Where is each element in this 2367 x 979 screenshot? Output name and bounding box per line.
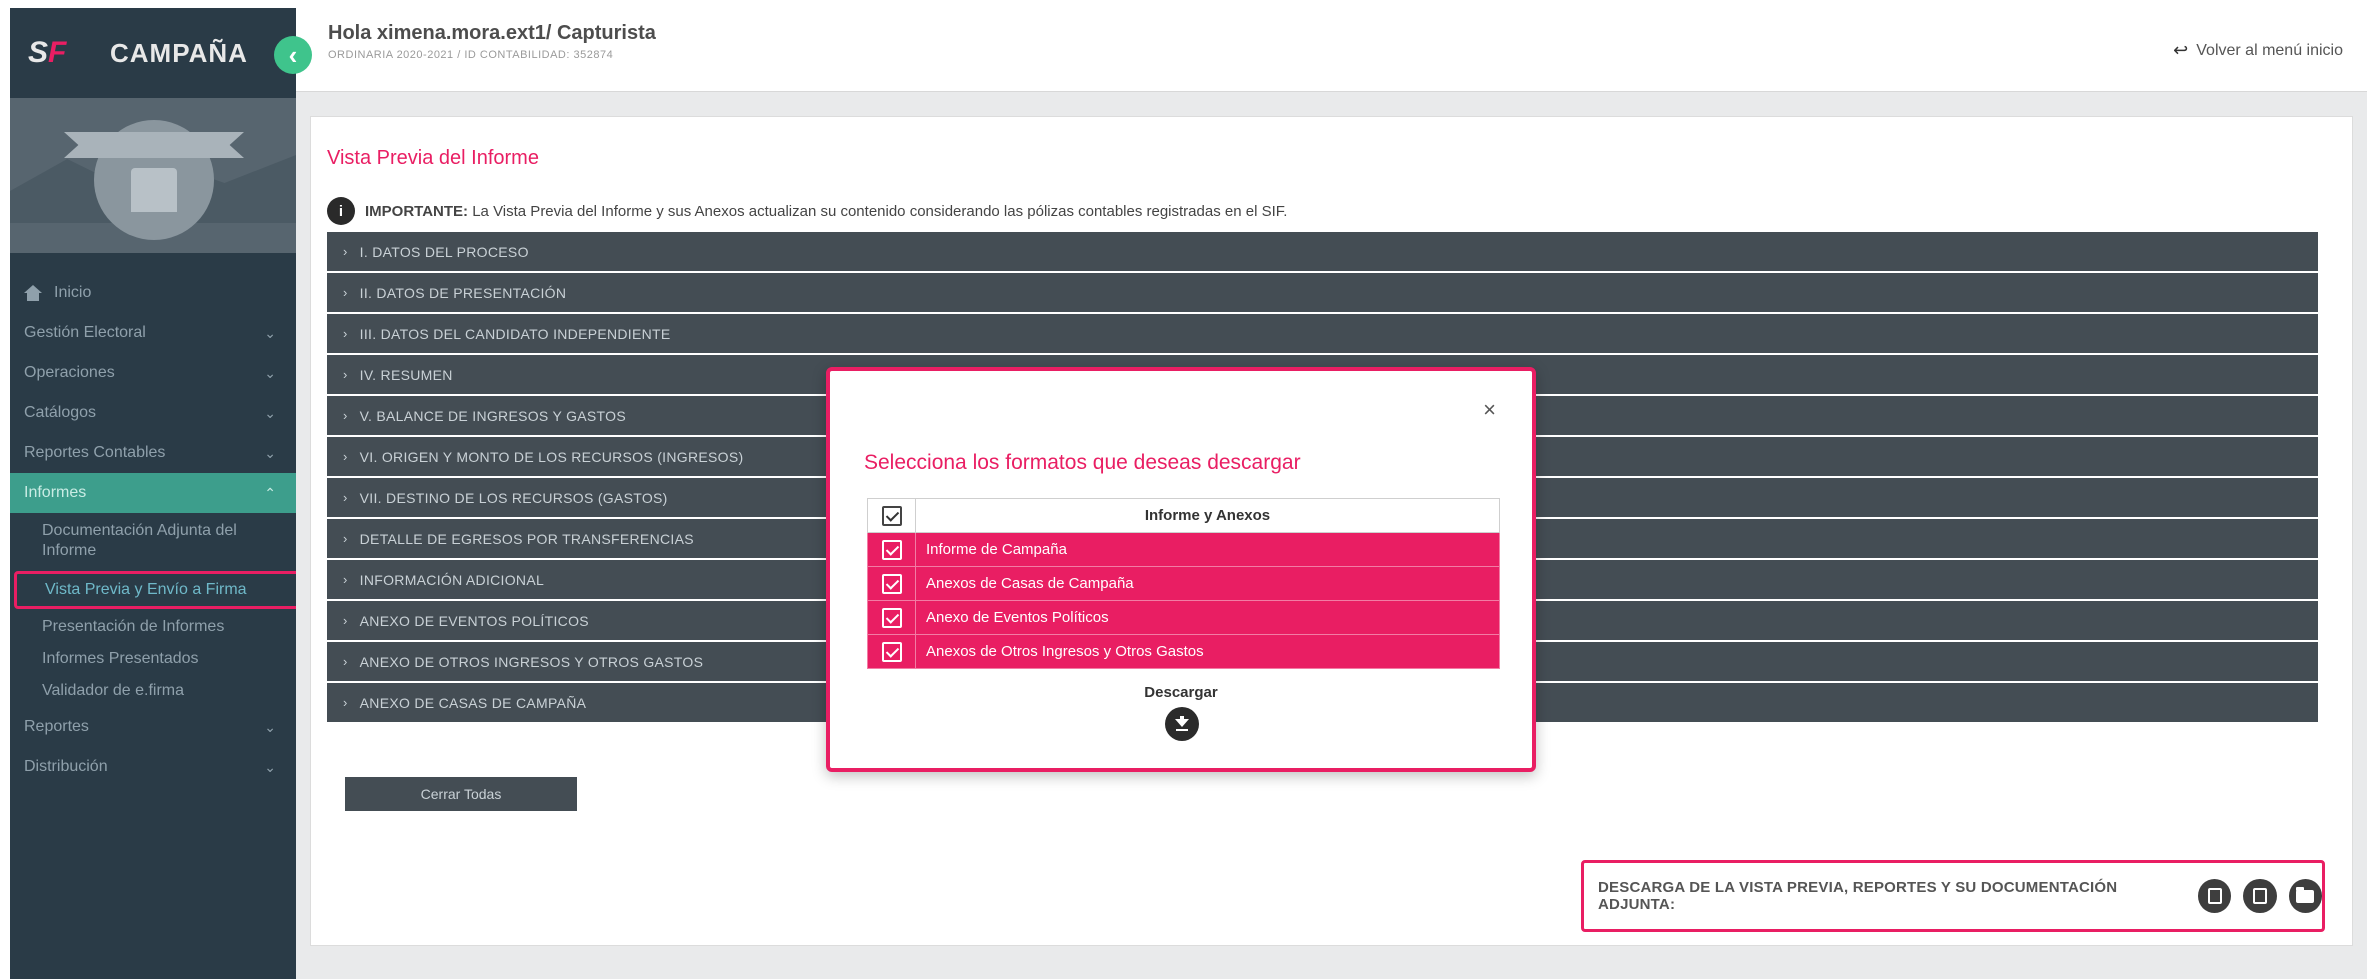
home-icon [24,285,42,301]
collapse-sidebar-button[interactable]: ‹ [274,36,312,74]
close-all-button[interactable]: Cerrar Todas [345,777,577,811]
chevron-right-icon: › [343,695,348,710]
chart-report-icon[interactable] [2198,879,2232,913]
close-icon[interactable]: × [1483,397,1496,423]
chevron-right-icon: › [343,572,348,587]
row-checkbox[interactable] [881,573,902,594]
sidebar-subitem-validador-efirma[interactable]: Validador de e.firma [10,675,296,707]
sidebar-subitem-presentacion[interactable]: Presentación de Informes [10,611,296,643]
download-attachments-label: DESCARGA DE LA VISTA PREVIA, REPORTES Y … [1598,879,2118,913]
sidebar-item-catalogos[interactable]: Catálogos ⌄ [10,393,296,433]
sidebar-item-label: Reportes Contables [24,444,166,461]
row-label: Informe de Campaña [915,532,1500,567]
sidebar: SF CAMPAÑA ‹ Inicio Gestión Electoral ⌄ … [10,8,312,979]
row-label: Anexos de Casas de Campaña [915,566,1500,601]
chevron-right-icon: › [343,490,348,505]
download-icon [1175,719,1189,727]
sif-logo: SF [28,36,67,69]
sidebar-nav: Inicio Gestión Electoral ⌄ Operaciones ⌄… [10,253,300,787]
sidebar-item-informes[interactable]: Informes ⌃ [10,473,296,513]
chevron-down-icon: ⌄ [264,364,276,381]
chevron-right-icon: › [343,613,348,628]
download-button[interactable] [1165,707,1199,741]
sidebar-item-label: Informes [24,484,87,501]
sidebar-item-inicio[interactable]: Inicio [10,273,296,313]
download-label: Descargar [1144,684,1218,701]
sidebar-subitem-informes-presentados[interactable]: Informes Presentados [10,643,296,675]
sidebar-item-label: Inicio [54,284,92,301]
chevron-down-icon: ⌄ [264,718,276,735]
info-icon: i [327,197,355,225]
accordion-section[interactable]: › III. DATOS DEL CANDIDATO INDEPENDIENTE [327,314,2318,353]
sidebar-subitem-vista-previa[interactable]: Vista Previa y Envío a Firma [14,571,300,609]
chevron-right-icon: › [343,285,348,300]
table-row: Informe de Campaña [867,532,1500,567]
back-link-label: Volver al menú inicio [2196,41,2343,59]
chevron-up-icon: ⌃ [264,484,276,501]
sidebar-subitem-documentacion-adjunta[interactable]: Documentación Adjunta del Informe [10,513,296,569]
row-label: Anexo de Eventos Políticos [915,600,1500,635]
accounting-id: ORDINARIA 2020-2021 / ID CONTABILIDAD: 3… [328,49,614,61]
sidebar-item-label: Gestión Electoral [24,324,146,341]
chevron-right-icon: › [343,531,348,546]
brand-title: CAMPAÑA [110,37,248,68]
sidebar-item-reportes[interactable]: Reportes ⌄ [10,707,296,747]
accordion-section[interactable]: › II. DATOS DE PRESENTACIÓN [327,273,2318,312]
chevron-right-icon: › [343,408,348,423]
chevron-right-icon: › [343,244,348,259]
chevron-right-icon: › [343,326,348,341]
folder-icon[interactable] [2288,879,2323,913]
chevron-down-icon: ⌄ [264,404,276,421]
table-header-row: Informe y Anexos [867,498,1500,533]
row-label: Anexos de Otros Ingresos y Otros Gastos [915,634,1500,669]
chevron-down-icon: ⌄ [264,758,276,775]
page-title: Vista Previa del Informe [327,147,539,169]
document-icon[interactable] [2243,879,2277,913]
sidebar-item-reportes-contables[interactable]: Reportes Contables ⌄ [10,433,296,473]
download-formats-modal: × Selecciona los formatos que deseas des… [826,367,1536,772]
sidebar-item-label: Distribución [24,758,108,775]
chevron-right-icon: › [343,367,348,382]
sidebar-item-label: Operaciones [24,364,115,381]
download-attachments-bar: DESCARGA DE LA VISTA PREVIA, REPORTES Y … [1581,860,2325,932]
sidebar-item-operaciones[interactable]: Operaciones ⌄ [10,353,296,393]
table-row: Anexos de Otros Ingresos y Otros Gastos [867,634,1500,669]
logo-bar: SF CAMPAÑA ‹ [10,8,312,98]
back-to-menu-link[interactable]: ↩ Volver al menú inicio [2173,40,2343,61]
table-header: Informe y Anexos [915,498,1500,533]
accordion-section[interactable]: › I. DATOS DEL PROCESO [327,232,2318,271]
row-checkbox[interactable] [881,607,902,628]
table-row: Anexos de Casas de Campaña [867,566,1500,601]
chevron-down-icon: ⌄ [264,324,276,341]
top-bar: Hola ximena.mora.ext1/ Capturista ORDINA… [296,0,2367,92]
sidebar-item-gestion-electoral[interactable]: Gestión Electoral ⌄ [10,313,296,353]
notice-bold: IMPORTANTE: [365,202,469,220]
row-checkbox[interactable] [881,539,902,560]
chevron-down-icon: ⌄ [264,444,276,461]
select-all-checkbox[interactable] [881,505,902,526]
profile-banner [10,98,296,253]
sidebar-item-distribucion[interactable]: Distribución ⌄ [10,747,296,787]
sidebar-item-label: Catálogos [24,404,97,421]
sidebar-item-label: Reportes [24,718,89,735]
podium-icon [131,168,177,212]
ribbon-icon [64,132,244,158]
user-greeting: Hola ximena.mora.ext1/ Capturista [328,22,656,44]
notice-text: La Vista Previa del Informe y sus Anexos… [468,202,1288,220]
table-row: Anexo de Eventos Políticos [867,600,1500,635]
formats-table: Informe y Anexos Informe de Campaña Anex… [867,498,1500,669]
chevron-right-icon: › [343,654,348,669]
chevron-right-icon: › [343,449,348,464]
modal-title: Selecciona los formatos que deseas desca… [864,451,1301,474]
row-checkbox[interactable] [881,641,902,662]
important-notice: i IMPORTANTE: La Vista Previa del Inform… [327,197,1287,225]
reply-arrow-icon: ↩ [2173,40,2189,60]
